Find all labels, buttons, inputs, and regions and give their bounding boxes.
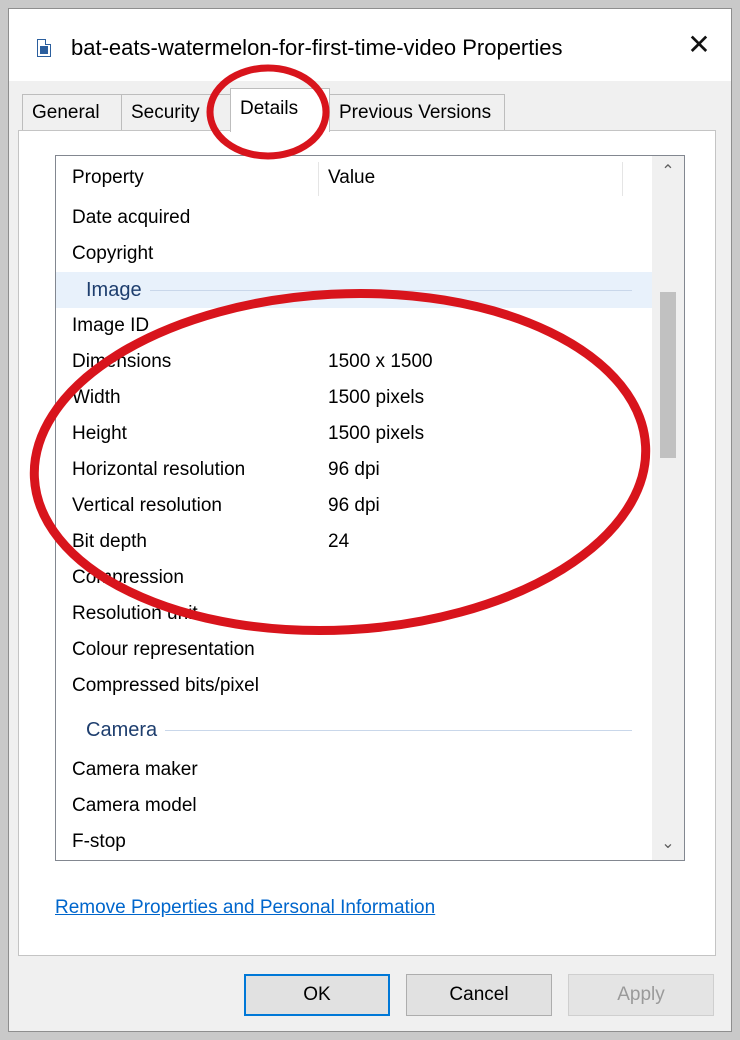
property-name: Compressed bits/pixel [72,675,259,696]
list-item[interactable]: Copyright [56,236,652,272]
property-name: Compression [72,567,184,588]
property-name: Dimensions [72,351,172,372]
column-header: Property Value [56,156,652,200]
property-value: 96 dpi [328,495,380,516]
close-button[interactable]: ✕ [679,27,719,63]
group-label: Image [86,272,150,308]
window-title: bat-eats-watermelon-for-first-time-video… [71,35,563,60]
property-name: F-stop [72,831,126,852]
title-bar: bat-eats-watermelon-for-first-time-video… [9,9,731,81]
vertical-scrollbar[interactable]: ⌃ ⌄ [652,156,684,860]
list-item[interactable]: Image ID [56,308,652,344]
column-property[interactable]: Property [72,156,144,200]
list-item[interactable]: Compression [56,560,652,596]
tab-previous-versions[interactable]: Previous Versions [329,94,505,130]
list-item[interactable]: Dimensions 1500 x 1500 [56,344,652,380]
property-value: 1500 pixels [328,387,425,408]
tab-details[interactable]: Details [230,88,330,132]
tab-general[interactable]: General [22,94,122,130]
list-item[interactable]: Width 1500 pixels [56,380,652,416]
scroll-thumb[interactable] [660,292,676,458]
remove-properties-link[interactable]: Remove Properties and Personal Informati… [55,897,435,919]
cancel-button[interactable]: Cancel [406,974,552,1016]
property-name: Camera model [72,795,197,816]
list-item[interactable]: Height 1500 pixels [56,416,652,452]
property-value: 96 dpi [328,459,380,480]
property-name: Colour representation [72,639,255,660]
property-name: Copyright [72,243,154,264]
property-value: 1500 x 1500 [328,351,433,372]
group-header-camera[interactable]: Camera [56,712,652,748]
property-name: Bit depth [72,531,147,552]
scroll-up-arrow-icon[interactable]: ⌃ [652,156,684,188]
tab-security[interactable]: Security [121,94,231,130]
list-item[interactable]: Colour representation [56,632,652,668]
property-name: Image ID [72,315,150,336]
list-item[interactable]: Camera maker [56,752,652,788]
list-item[interactable]: Date acquired [56,200,652,236]
property-name: Camera maker [72,759,198,780]
tab-strip: General Security Details Previous Versio… [22,88,740,132]
apply-button: Apply [568,974,714,1016]
column-divider[interactable] [622,162,623,196]
ok-button[interactable]: OK [244,974,390,1016]
list-item[interactable]: Resolution unit [56,596,652,632]
group-divider [86,730,632,731]
list-item[interactable]: F-stop [56,824,652,860]
property-name: Horizontal resolution [72,459,246,480]
file-icon [37,39,51,57]
property-name: Vertical resolution [72,495,222,516]
group-label: Camera [86,712,166,748]
list-item[interactable]: Vertical resolution 96 dpi [56,488,652,524]
property-name: Height [72,423,127,444]
list-item[interactable]: Compressed bits/pixel [56,668,652,704]
property-name: Width [72,387,121,408]
details-panel: Property Value Date acquired Copyright I… [18,130,716,956]
list-item[interactable]: Camera model [56,788,652,824]
property-value: 24 [328,531,350,552]
list-item[interactable]: Bit depth 24 [56,524,652,560]
group-divider [86,290,632,291]
list-item[interactable]: Horizontal resolution 96 dpi [56,452,652,488]
column-value[interactable]: Value [328,156,375,200]
scroll-down-arrow-icon[interactable]: ⌄ [652,828,684,860]
property-name: Date acquired [72,207,191,228]
property-name: Resolution unit [72,603,198,624]
column-divider[interactable] [318,162,319,196]
property-value: 1500 pixels [328,423,425,444]
property-list[interactable]: Property Value Date acquired Copyright I… [55,155,685,861]
group-header-image[interactable]: Image [56,272,652,308]
